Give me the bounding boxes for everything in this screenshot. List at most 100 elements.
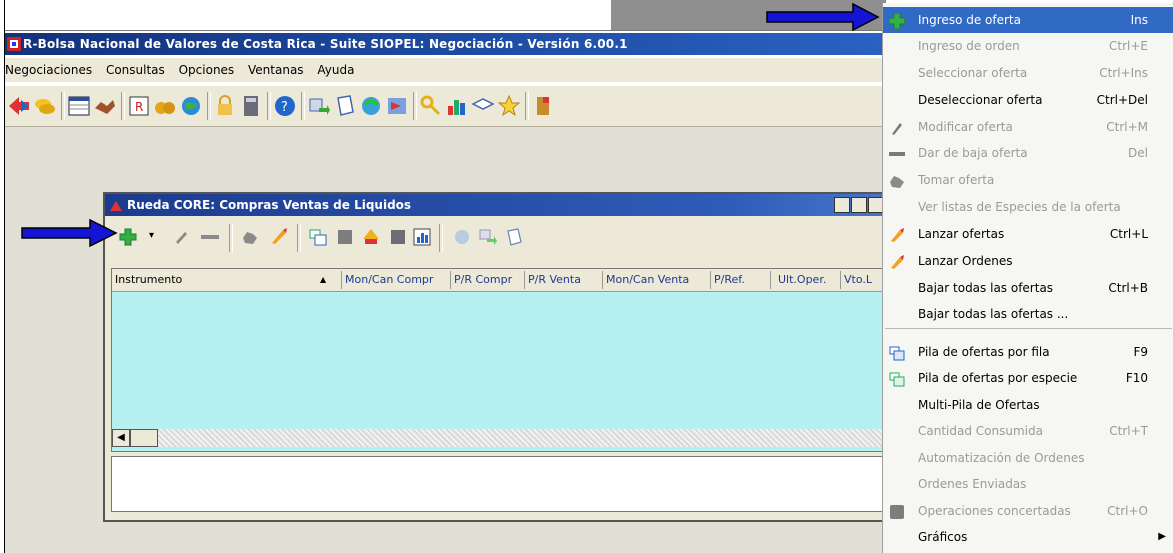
menu-separator [885, 328, 1172, 329]
toolbar-separator [267, 92, 271, 120]
pen-icon [889, 119, 905, 135]
bar-chart-icon[interactable] [445, 94, 469, 118]
chart-icon[interactable] [413, 228, 431, 246]
app-logo-icon [7, 37, 21, 51]
menu-item-ingreso-de-orden: Ingreso de orden Ctrl+E [883, 33, 1173, 59]
maximize-button[interactable] [834, 197, 850, 213]
pointer-arrow-top [766, 2, 880, 32]
menu-item-shortcut: F10 [1125, 371, 1148, 385]
exit-door-icon[interactable] [531, 94, 555, 118]
rueda-core-window: Rueda CORE: Compras Ventas de Liquidos ▾… [103, 192, 887, 522]
menu-item-label: Operaciones concertadas [918, 504, 1071, 518]
toolbar-separator [439, 224, 443, 252]
scales-icon[interactable] [361, 227, 381, 247]
calculator-icon[interactable] [239, 94, 263, 118]
hand-icon[interactable] [241, 228, 259, 246]
menu-item-shortcut: Ctrl+Ins [1099, 66, 1148, 80]
rocket-icon[interactable] [269, 226, 289, 246]
menu-item-automatizaci-n-de-ordenes: Automatización de Ordenes [883, 445, 1173, 471]
menu-item-pila-de-ofertas-por-fila[interactable]: Pila de ofertas por fila F9 [883, 339, 1173, 365]
column-header-instrumento[interactable]: Instrumento ▲ [112, 271, 342, 289]
pen-icon[interactable] [173, 229, 189, 245]
handshake-icon[interactable] [93, 94, 117, 118]
menu-item-label: Bajar todas las ofertas ... [918, 307, 1069, 321]
exchange-arrows-icon[interactable] [7, 94, 31, 118]
hand-icon [889, 172, 905, 188]
menu-item-ingreso-de-oferta[interactable]: Ingreso de oferta Ins [883, 7, 1173, 33]
horizontal-scrollbar[interactable]: ◀ [112, 429, 884, 447]
menu-item-lanzar-ordenes[interactable]: Lanzar Ordenes [883, 248, 1173, 274]
document-icon[interactable] [505, 228, 523, 246]
refresh-icon[interactable] [453, 228, 471, 246]
column-header-ult-oper[interactable]: Ult.Oper. [775, 271, 841, 289]
lock-icon[interactable] [213, 94, 237, 118]
menu-item-lanzar-ofertas[interactable]: Lanzar ofertas Ctrl+L [883, 221, 1173, 247]
help-icon[interactable]: ? [273, 94, 297, 118]
menu-item-shortcut: Ctrl+M [1106, 120, 1148, 134]
column-header-mon-can-compr[interactable]: Mon/Can Compr [342, 271, 451, 289]
menu-consultas[interactable]: Consultas [106, 63, 165, 77]
inner-toolbar: ▾ [105, 220, 883, 256]
menu-ayuda[interactable]: Ayuda [317, 63, 354, 77]
dropdown-arrow-icon[interactable]: ▾ [149, 230, 154, 241]
toolbar-separator [229, 224, 233, 252]
menu-item-pila-de-ofertas-por-especie[interactable]: Pila de ofertas por especie F10 [883, 365, 1173, 391]
flag-icon[interactable] [385, 94, 409, 118]
menu-item-bajar-todas-las-ofertas[interactable]: Bajar todas las ofertas ... [883, 301, 1173, 327]
report-r-icon[interactable]: R [127, 94, 151, 118]
pointer-arrow-left [21, 218, 118, 248]
scroll-left-button[interactable]: ◀ [112, 429, 130, 447]
star-icon[interactable] [497, 94, 521, 118]
menu-item-label: Lanzar ofertas [918, 227, 1005, 241]
column-header-mon-can-venta[interactable]: Mon/Can Venta [603, 271, 711, 289]
coins-icon[interactable] [33, 94, 57, 118]
context-menu: Ingreso de oferta Ins Ingreso de orden Ctrl… [882, 3, 1173, 553]
menu-item-label: Tomar oferta [918, 173, 995, 187]
globe-icon[interactable] [179, 94, 203, 118]
key-icon[interactable] [419, 94, 443, 118]
column-header-pr-compr[interactable]: P/R Compr [451, 271, 525, 289]
green-plus-icon [888, 12, 906, 30]
main-toolbar: R ? [5, 86, 885, 127]
menu-item-deseleccionar-oferta[interactable]: Deseleccionar oferta Ctrl+Del [883, 87, 1173, 113]
menu-item-gr-ficos[interactable]: Gráficos ▶ [883, 524, 1173, 550]
toolbar-separator [525, 92, 529, 120]
menu-item-label: Cantidad Consumida [918, 424, 1043, 438]
menu-item-shortcut: Ctrl+T [1109, 424, 1148, 438]
svg-text:R: R [135, 100, 143, 114]
gray-square-icon[interactable] [337, 229, 353, 245]
menu-item-shortcut: F9 [1133, 345, 1148, 359]
svg-text:?: ? [281, 100, 288, 115]
menu-negociaciones[interactable]: Negociaciones [5, 63, 92, 77]
graduation-cap-icon[interactable] [471, 94, 495, 118]
stack-icon[interactable] [309, 228, 327, 246]
document-icon[interactable] [333, 94, 357, 118]
column-header-vto[interactable]: Vto.L [841, 271, 884, 289]
book-icon[interactable] [389, 228, 407, 246]
menu-item-seleccionar-oferta: Seleccionar oferta Ctrl+Ins [883, 60, 1173, 86]
add-offer-icon[interactable] [119, 228, 137, 246]
minimize-button[interactable] [851, 197, 867, 213]
menu-item-multi-pila-de-ofertas[interactable]: Multi-Pila de Ofertas [883, 392, 1173, 418]
column-header-pr-venta[interactable]: P/R Venta [525, 271, 603, 289]
menu-item-label: Bajar todas las ofertas [918, 281, 1054, 295]
offers-grid[interactable]: Instrumento ▲ Mon/Can Compr P/R Compr P/R… [111, 268, 885, 452]
rocket-icon [889, 226, 905, 242]
menu-item-cantidad-consumida: Cantidad Consumida Ctrl+T [883, 418, 1173, 444]
stack-green-icon [889, 370, 905, 387]
menu-item-bajar-todas-las-ofertas[interactable]: Bajar todas las ofertas Ctrl+B [883, 275, 1173, 301]
refresh-icon[interactable] [359, 94, 383, 118]
transfer-icon[interactable] [307, 94, 331, 118]
transfer-icon[interactable] [479, 228, 497, 246]
money-bags-icon[interactable] [153, 94, 177, 118]
menu-item-shortcut: Ctrl+L [1109, 227, 1148, 241]
menu-opciones[interactable]: Opciones [179, 63, 235, 77]
minus-icon[interactable] [199, 229, 221, 245]
table-icon[interactable] [67, 94, 91, 118]
rocket-icon [889, 253, 905, 269]
toolbar-separator [61, 92, 65, 120]
menu-item-shortcut: Ctrl+O [1107, 504, 1148, 518]
scroll-thumb[interactable] [130, 429, 158, 447]
column-header-pref[interactable]: P/Ref. [711, 271, 771, 289]
menu-ventanas[interactable]: Ventanas [248, 63, 304, 77]
